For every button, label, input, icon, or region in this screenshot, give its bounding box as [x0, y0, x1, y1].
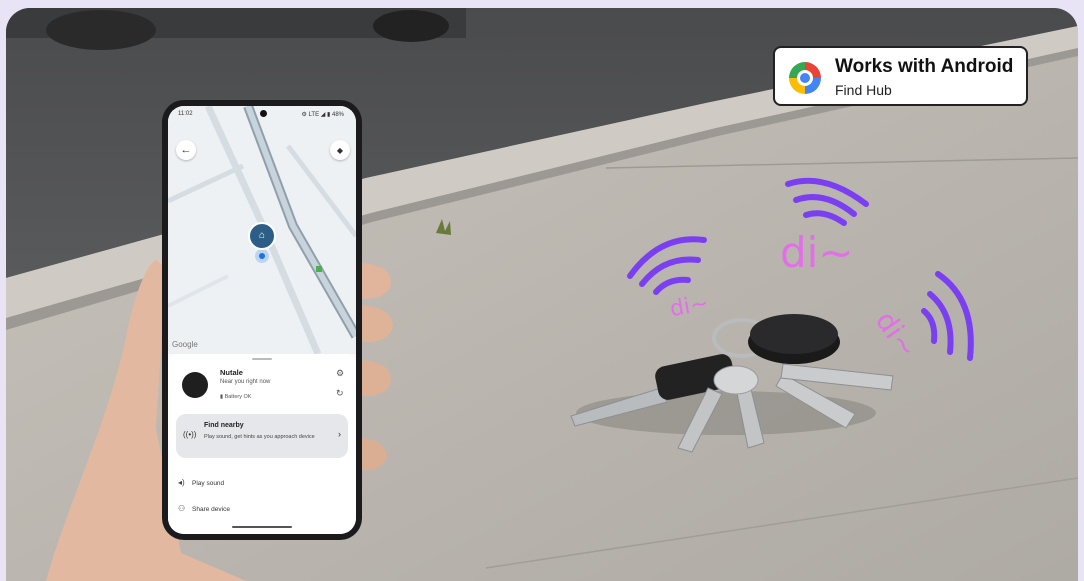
battery-icon: ▮: [220, 394, 224, 400]
share-device-row[interactable]: ⚇ Share device: [178, 504, 230, 513]
map-view[interactable]: ⌂ ← ◆ Google: [168, 106, 356, 356]
device-status: Near you right now: [220, 379, 271, 385]
play-sound-label: Play sound: [192, 480, 225, 487]
layers-icon: ◆: [336, 146, 344, 155]
share-person-icon: ⚇: [178, 504, 186, 513]
sheet-drag-handle[interactable]: [252, 358, 272, 360]
gesture-nav-bar[interactable]: [232, 526, 292, 528]
device-avatar: [182, 372, 208, 398]
play-sound-row[interactable]: ◂) Play sound: [178, 478, 224, 487]
speaker-icon: ◂): [178, 478, 185, 487]
find-nearby-title: Find nearby: [204, 422, 244, 429]
map-layers-button[interactable]: ◆: [330, 140, 350, 160]
find-nearby-icon: ((•)): [183, 430, 197, 439]
status-indicators: ⚙ LTE ◢ ▮ 48%: [301, 112, 344, 118]
front-camera: [260, 110, 267, 117]
promo-scene: di~ di~ di~ Works with Android Find Hub: [6, 8, 1078, 581]
find-nearby-card[interactable]: ((•)) Find nearby Play sound, get hints …: [176, 414, 348, 458]
find-nearby-description: Play sound, get hints as you approach de…: [204, 434, 315, 440]
battery-label: Battery OK: [224, 394, 252, 400]
device-bottom-sheet: Nutale Near you right now ▮ Battery OK ⚙…: [168, 354, 356, 534]
share-device-label: Share device: [192, 506, 230, 513]
device-battery: ▮ Battery OK: [220, 394, 251, 400]
gear-icon[interactable]: ⚙: [336, 368, 344, 379]
chevron-right-icon: ›: [338, 429, 341, 439]
device-name: Nutale: [220, 368, 243, 377]
map-attribution: Google: [172, 340, 198, 349]
back-button[interactable]: ←: [176, 140, 196, 160]
phone: ⌂ ← ◆ Google 11:02 ⚙ LTE ◢ ▮ 48% Nutale …: [162, 100, 362, 540]
device-map-pin[interactable]: ⌂: [248, 222, 276, 250]
arrow-back-icon: ←: [180, 144, 192, 156]
phone-screen: ⌂ ← ◆ Google 11:02 ⚙ LTE ◢ ▮ 48% Nutale …: [168, 106, 356, 534]
status-time: 11:02: [178, 111, 193, 117]
refresh-icon[interactable]: ↻: [336, 388, 344, 399]
